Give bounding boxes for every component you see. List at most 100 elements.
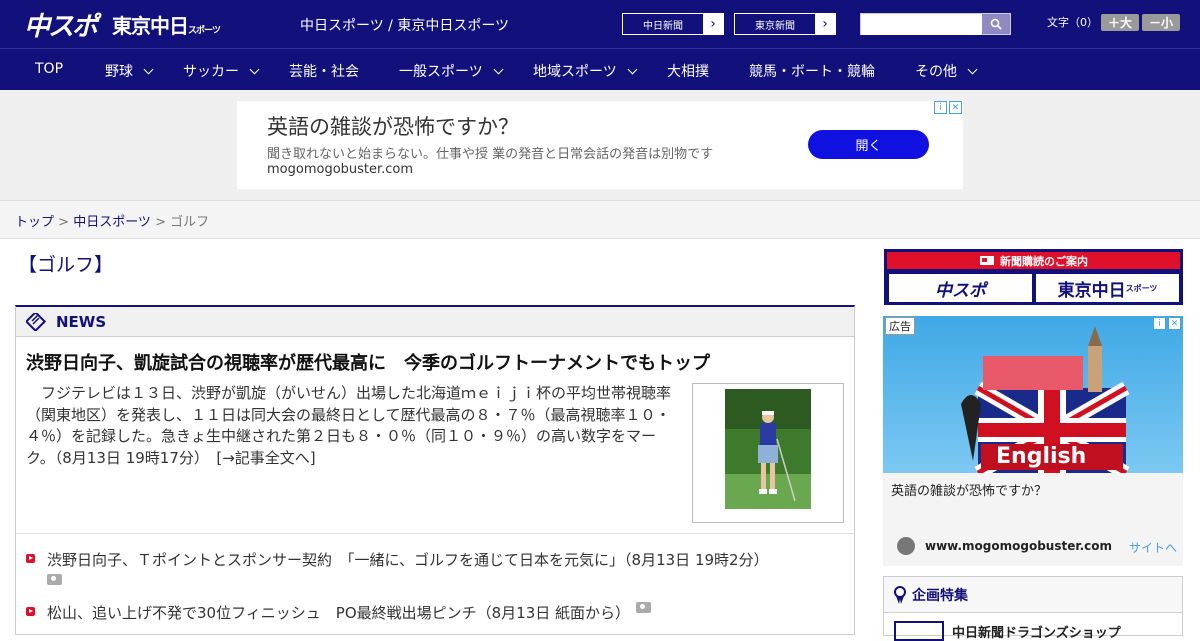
camera-icon	[47, 574, 62, 585]
subscribe-chuspo-button[interactable]: 中スポ	[889, 274, 1032, 302]
ad-tag: 広告	[885, 317, 915, 335]
sidebar-ad-image-text: English	[996, 444, 1087, 469]
font-size-label: 文字（0）	[1047, 16, 1098, 29]
nav-item-keiba[interactable]: 競馬・ボート・競輪	[749, 61, 875, 81]
ad-close-icon[interactable]: ✕	[1168, 317, 1181, 330]
tokyo-chunichi-logo[interactable]: 東京中日スポーツ	[112, 10, 221, 39]
lead-article-photo[interactable]	[692, 383, 844, 523]
chevron-down-icon	[249, 64, 260, 74]
search-input[interactable]	[861, 15, 981, 35]
lead-article-title[interactable]: 渋野日向子、凱旋試合の視聴率が歴代最高に 今季のゴルフトーナメントでもトップ	[26, 349, 710, 375]
nav-item-label: TOP	[35, 61, 64, 77]
search-button[interactable]	[982, 14, 1010, 34]
news-list-item[interactable]: 松山、追い上げ不発で30位フィニッシュ PO最終戦出場ピンチ（8月13日 紙面か…	[26, 602, 652, 623]
nav-item-local-sports[interactable]: 地域スポーツ	[533, 61, 638, 81]
sidebar-ad-text: 英語の雑談が恐怖ですか？	[891, 484, 1048, 499]
top-ad-url: mogomogobuster.com	[267, 162, 414, 177]
tokyo-chunichi-logo-text: 東京中日	[112, 14, 189, 38]
site-header: 中スポ 東京中日スポーツ 中日スポーツ / 東京中日スポーツ 中日新聞 › 東京…	[0, 0, 1200, 48]
news-list-item-text: 松山、追い上げ不発で30位フィニッシュ PO最終戦出場ピンチ（8月13日 紙面か…	[47, 604, 631, 622]
camera-icon	[636, 602, 652, 613]
breadcrumb-section[interactable]: 中日スポーツ	[73, 215, 151, 230]
feature-section: 企画特集 中日新聞ドラゴンズショップ	[883, 576, 1183, 641]
font-increase-button[interactable]: ＋大	[1101, 14, 1139, 31]
nav-item-label: 地域スポーツ	[533, 64, 617, 80]
tokyo-shimbun-link[interactable]: 東京新聞 ›	[734, 13, 836, 35]
nav-item-label: サッカー	[183, 64, 239, 80]
top-ad-band: 英語の雑談が恐怖ですか？ 聞き取れないと始まらない。仕事や授 業の発音と日常会話…	[0, 90, 1200, 200]
nav-item-label: 一般スポーツ	[399, 64, 483, 80]
breadcrumb-separator: >	[54, 215, 74, 230]
subscription-banner: 新聞購読のご案内 中スポ 東京中日 スポーツ	[884, 249, 1183, 305]
ad-close-icon[interactable]: ✕	[949, 101, 962, 114]
breadcrumb: トップ > 中日スポーツ > ゴルフ	[0, 200, 1200, 239]
chunichi-shimbun-label: 中日新聞	[643, 20, 683, 32]
nav-item-general-sports[interactable]: 一般スポーツ	[399, 61, 504, 81]
subscription-label-text: 新聞購読のご案内	[1000, 254, 1088, 268]
newspaper-icon	[26, 312, 46, 331]
top-ad-sub: 聞き取れないと始まらない。仕事や授 業の発音と日常会話の発音は別物です	[267, 147, 714, 162]
search-box	[860, 13, 1011, 35]
tokyo-chunichi-logo-sub: スポーツ	[188, 26, 221, 36]
news-header: NEWS	[16, 307, 854, 337]
chevron-down-icon	[627, 64, 638, 74]
ribbon-icon	[894, 585, 906, 604]
chevron-down-icon	[143, 64, 154, 74]
nav-item-baseball[interactable]: 野球	[105, 61, 154, 81]
play-bullet-icon	[26, 554, 35, 563]
chunichi-shimbun-link[interactable]: 中日新聞 ›	[622, 13, 724, 35]
sidebar-ad[interactable]: English 広告 i ✕ 英語の雑談が恐怖ですか？ www.mogomogo…	[883, 316, 1183, 566]
tokyo-shimbun-label: 東京新聞	[755, 20, 795, 32]
feature-item[interactable]: 中日新聞ドラゴンズショップ	[894, 621, 1121, 641]
ad-info-icon[interactable]: i	[934, 101, 947, 114]
top-ad[interactable]: 英語の雑談が恐怖ですか？ 聞き取れないと始まらない。仕事や授 業の発音と日常会話…	[237, 101, 963, 189]
breadcrumb-current: ゴルフ	[170, 215, 210, 230]
main-nav: TOP 野球 サッカー 芸能・社会 一般スポーツ 地域スポーツ 大相撲 競馬・ボ…	[0, 48, 1200, 90]
play-bullet-icon	[26, 607, 35, 616]
breadcrumb-separator: >	[150, 215, 171, 230]
news-divider	[16, 533, 854, 534]
globe-icon	[897, 537, 915, 555]
ad-info-icon[interactable]: i	[1153, 317, 1166, 330]
nav-item-soccer[interactable]: サッカー	[183, 61, 260, 81]
chuspo-logo[interactable]: 中スポ	[24, 6, 98, 43]
nav-item-label: その他	[915, 64, 957, 80]
golfer-photo	[725, 389, 811, 509]
sidebar-ad-url: www.mogomogobuster.com	[925, 539, 1112, 553]
nav-item-sumo[interactable]: 大相撲	[667, 61, 709, 81]
page-title: 【ゴルフ】	[18, 254, 114, 276]
search-icon	[990, 18, 1002, 30]
sidebar-ad-image: English 広告 i ✕	[883, 316, 1183, 480]
subscribe-tokyo-button[interactable]: 東京中日 スポーツ	[1036, 274, 1179, 302]
feature-header-label: 企画特集	[912, 587, 968, 604]
sidebar-ad-site-link[interactable]: サイトへ	[1129, 539, 1177, 556]
font-decrease-button[interactable]: －小	[1142, 14, 1180, 31]
chevron-down-icon	[493, 64, 504, 74]
top-ad-headline: 英語の雑談が恐怖ですか？	[267, 115, 519, 139]
nav-item-entertainment[interactable]: 芸能・社会	[289, 61, 359, 81]
breadcrumb-top[interactable]: トップ	[15, 215, 54, 230]
subscribe-tokyo-sub: スポーツ	[1125, 283, 1158, 293]
subscription-label: 新聞購読のご案内	[887, 252, 1180, 269]
chevron-right-icon: ›	[703, 14, 723, 34]
news-list-item[interactable]: 渋野日向子、Ｔポイントとスポンサー契約 「一緒に、ゴルフを通じて日本を元気に」（…	[26, 549, 847, 588]
chevron-down-icon	[967, 64, 978, 74]
news-list-item-text: 渋野日向子、Ｔポイントとスポンサー契約 「一緒に、ゴルフを通じて日本を元気に」（…	[47, 551, 769, 569]
feature-item-thumbnail	[894, 621, 944, 641]
top-ad-open-button[interactable]: 開く	[808, 130, 929, 159]
subscribe-tokyo-label: 東京中日	[1057, 280, 1126, 301]
nav-item-label: 大相撲	[667, 64, 709, 80]
nav-item-label: 競馬・ボート・競輪	[749, 64, 875, 80]
nav-item-label: 芸能・社会	[289, 64, 359, 80]
chevron-right-icon: ›	[815, 14, 835, 34]
nav-item-other[interactable]: その他	[915, 61, 978, 81]
site-names: 中日スポーツ / 東京中日スポーツ	[300, 18, 510, 34]
nav-item-label: 野球	[105, 64, 133, 80]
news-list-item-wrap: 渋野日向子、Ｔポイントとスポンサー契約 「一緒に、ゴルフを通じて日本を元気に」（…	[47, 549, 847, 588]
feature-item-label: 中日新聞ドラゴンズショップ	[952, 625, 1121, 641]
lead-article-body: フジテレビは１３日、渋野が凱旋（がいせん）出場した北海道ｍｅｉｊｉ杯の平均世帯視…	[26, 384, 672, 467]
newspaper-icon	[980, 256, 994, 265]
news-section: NEWS 渋野日向子、凱旋試合の視聴率が歴代最高に 今季のゴルフトーナメントでも…	[15, 305, 855, 635]
news-header-label: NEWS	[56, 312, 107, 331]
nav-item-top[interactable]: TOP	[35, 61, 63, 77]
